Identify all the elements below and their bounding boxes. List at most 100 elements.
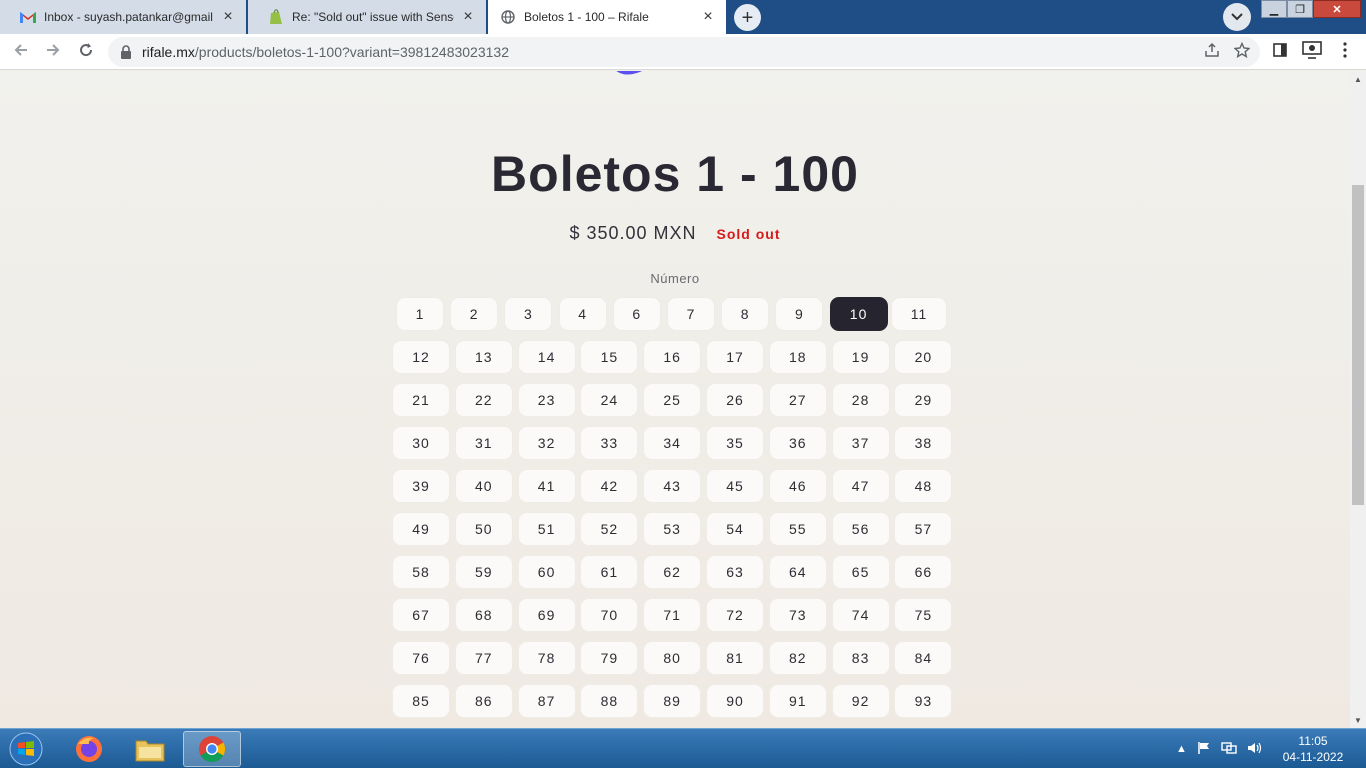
side-panel-button[interactable] xyxy=(1268,40,1292,64)
variant-number-button[interactable]: 81 xyxy=(706,641,764,675)
variant-number-button[interactable]: 79 xyxy=(580,641,639,675)
taskbar-chrome[interactable] xyxy=(183,731,241,767)
variant-number-button[interactable]: 9 xyxy=(775,297,824,331)
close-icon[interactable]: × xyxy=(220,8,236,25)
variant-number-button[interactable]: 23 xyxy=(517,383,576,417)
variant-number-button[interactable]: 2 xyxy=(450,297,499,331)
network-icon[interactable] xyxy=(1221,741,1237,758)
variant-number-button[interactable]: 13 xyxy=(454,340,513,374)
variant-number-button[interactable]: 54 xyxy=(706,512,764,546)
window-close-button[interactable]: ✕ xyxy=(1313,0,1361,18)
variant-number-button[interactable]: 25 xyxy=(643,383,702,417)
variant-number-button[interactable]: 28 xyxy=(831,383,890,417)
scroll-down-button[interactable]: ▼ xyxy=(1350,712,1366,728)
page-scrollbar[interactable]: ▲ ▼ xyxy=(1350,71,1366,728)
variant-number-button[interactable]: 16 xyxy=(643,340,702,374)
variant-number-button[interactable]: 74 xyxy=(831,598,890,632)
variant-number-button[interactable]: 78 xyxy=(517,641,576,675)
variant-number-button[interactable]: 30 xyxy=(392,426,450,460)
variant-number-button[interactable]: 6 xyxy=(612,297,661,331)
variant-number-button[interactable]: 49 xyxy=(392,512,450,546)
variant-number-button[interactable]: 37 xyxy=(831,426,890,460)
variant-number-button[interactable]: 65 xyxy=(831,555,890,589)
variant-number-button[interactable]: 24 xyxy=(580,383,639,417)
variant-number-button[interactable]: 27 xyxy=(768,383,827,417)
variant-number-button[interactable]: 58 xyxy=(392,555,450,589)
variant-number-button[interactable]: 68 xyxy=(454,598,513,632)
variant-number-button[interactable]: 64 xyxy=(768,555,827,589)
variant-number-button[interactable]: 12 xyxy=(392,340,450,374)
variant-number-button[interactable]: 20 xyxy=(894,340,953,374)
variant-number-button[interactable]: 62 xyxy=(643,555,702,589)
scroll-up-button[interactable]: ▲ xyxy=(1350,71,1366,87)
variant-number-button[interactable]: 76 xyxy=(392,641,450,675)
variant-number-button[interactable]: 84 xyxy=(894,641,953,675)
variant-number-button[interactable]: 3 xyxy=(504,297,553,331)
variant-number-button[interactable]: 92 xyxy=(831,684,890,718)
variant-number-button[interactable]: 14 xyxy=(517,340,576,374)
variant-number-button[interactable]: 63 xyxy=(706,555,764,589)
reload-button[interactable] xyxy=(74,40,98,64)
variant-number-button[interactable]: 40 xyxy=(454,469,513,503)
variant-number-button[interactable]: 18 xyxy=(768,340,827,374)
variant-number-button[interactable]: 86 xyxy=(454,684,513,718)
variant-number-button[interactable]: 57 xyxy=(894,512,953,546)
variant-number-button[interactable]: 43 xyxy=(643,469,702,503)
variant-number-button[interactable]: 29 xyxy=(894,383,953,417)
back-button[interactable] xyxy=(9,40,33,64)
variant-number-button[interactable]: 59 xyxy=(454,555,513,589)
volume-icon[interactable] xyxy=(1247,741,1263,758)
tab-gmail-inbox[interactable]: Inbox - suyash.patankar@gmail.c × xyxy=(0,0,246,34)
variant-number-button[interactable]: 56 xyxy=(831,512,890,546)
variant-number-button[interactable]: 36 xyxy=(768,426,827,460)
variant-number-button[interactable]: 48 xyxy=(894,469,953,503)
variant-number-button[interactable]: 80 xyxy=(643,641,702,675)
variant-number-button[interactable]: 71 xyxy=(643,598,702,632)
tray-expand-icon[interactable]: ▲ xyxy=(1176,743,1187,755)
tab-shopify-issue[interactable]: Re: "Sold out" issue with Sense th × xyxy=(248,0,486,34)
close-icon[interactable]: × xyxy=(460,8,476,25)
variant-number-button[interactable]: 15 xyxy=(580,340,639,374)
taskbar-file-explorer[interactable] xyxy=(121,731,179,767)
variant-number-button[interactable]: 89 xyxy=(643,684,702,718)
variant-number-button[interactable]: 31 xyxy=(454,426,513,460)
close-icon[interactable]: × xyxy=(700,8,716,25)
variant-number-button[interactable]: 83 xyxy=(831,641,890,675)
variant-number-button[interactable]: 35 xyxy=(706,426,764,460)
variant-number-button[interactable]: 53 xyxy=(643,512,702,546)
variant-number-button[interactable]: 91 xyxy=(768,684,827,718)
variant-number-button[interactable]: 73 xyxy=(768,598,827,632)
flag-icon[interactable] xyxy=(1197,741,1211,758)
variant-number-button[interactable]: 1 xyxy=(396,297,444,331)
variant-number-button[interactable]: 61 xyxy=(580,555,639,589)
variant-number-button[interactable]: 19 xyxy=(831,340,890,374)
variant-number-button[interactable]: 32 xyxy=(517,426,576,460)
address-bar[interactable]: rifale.mx/products/boletos-1-100?variant… xyxy=(108,37,1260,67)
variant-number-button[interactable]: 22 xyxy=(454,383,513,417)
variant-number-button[interactable]: 51 xyxy=(517,512,576,546)
variant-number-button[interactable]: 82 xyxy=(768,641,827,675)
variant-number-button[interactable]: 47 xyxy=(831,469,890,503)
variant-number-button[interactable]: 69 xyxy=(517,598,576,632)
share-icon[interactable] xyxy=(1204,42,1220,63)
variant-number-button[interactable]: 8 xyxy=(721,297,770,331)
variant-number-button[interactable]: 55 xyxy=(768,512,827,546)
tab-boletos[interactable]: Boletos 1 - 100 – Rifale × xyxy=(488,0,726,34)
variant-number-button[interactable]: 34 xyxy=(643,426,702,460)
variant-number-button[interactable]: 45 xyxy=(706,469,764,503)
minimize-button[interactable]: ▁ xyxy=(1261,0,1287,18)
scrollbar-thumb[interactable] xyxy=(1352,185,1364,505)
variant-number-button[interactable]: 33 xyxy=(580,426,639,460)
taskbar-firefox[interactable] xyxy=(60,731,118,767)
bookmark-star-icon[interactable] xyxy=(1233,41,1251,63)
variant-number-button[interactable]: 17 xyxy=(706,340,764,374)
profile-button[interactable] xyxy=(1300,40,1324,64)
variant-number-button[interactable]: 72 xyxy=(706,598,764,632)
taskbar-clock[interactable]: 11:05 04-11-2022 xyxy=(1278,733,1348,765)
browser-menu-button[interactable] xyxy=(1333,40,1357,64)
variant-number-button[interactable]: 42 xyxy=(580,469,639,503)
variant-number-button[interactable]: 11 xyxy=(891,297,947,331)
variant-number-button[interactable]: 90 xyxy=(706,684,764,718)
variant-number-button[interactable]: 46 xyxy=(768,469,827,503)
variant-number-button[interactable]: 60 xyxy=(517,555,576,589)
